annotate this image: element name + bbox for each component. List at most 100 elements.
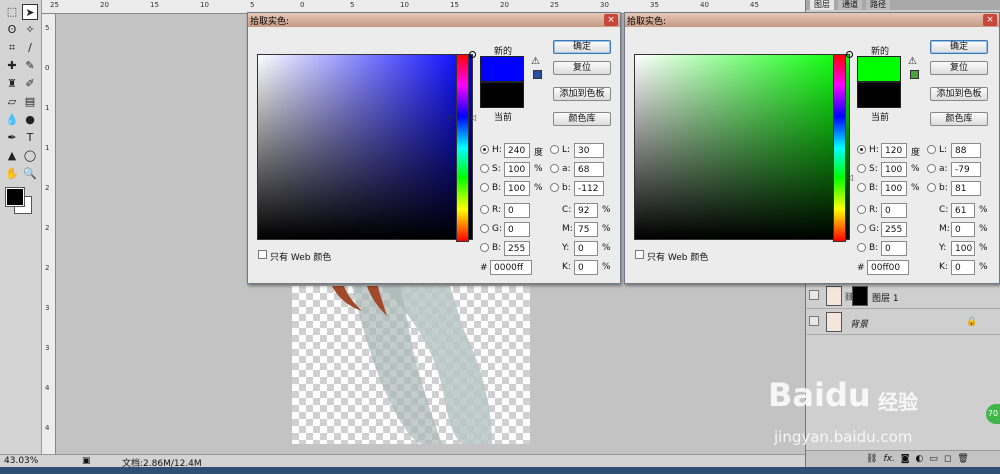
rgb-radio[interactable] xyxy=(857,243,866,252)
hsb-input[interactable]: 100 xyxy=(881,181,907,196)
rgb-radio[interactable] xyxy=(480,243,489,252)
cmyk-input[interactable]: 0 xyxy=(951,260,975,275)
hex-input[interactable]: 0000ff xyxy=(490,260,532,275)
hsb-radio[interactable] xyxy=(480,183,489,192)
healing-brush-tool-icon[interactable]: ✚ xyxy=(4,58,20,74)
web-safe-cube-icon[interactable] xyxy=(533,70,542,79)
lab-input[interactable]: 88 xyxy=(951,143,981,158)
rgb-input[interactable]: 0 xyxy=(504,222,530,237)
marquee-tool-icon[interactable]: ⬚ xyxy=(4,4,20,20)
move-tool-icon[interactable]: ➤ xyxy=(22,4,38,20)
hsb-input[interactable]: 100 xyxy=(504,181,530,196)
eraser-tool-icon[interactable]: ▱ xyxy=(4,94,20,110)
hue-slider[interactable] xyxy=(833,54,846,242)
lab-input[interactable]: -112 xyxy=(574,181,604,196)
lab-radio[interactable] xyxy=(927,145,936,154)
rgb-input[interactable]: 255 xyxy=(504,241,530,256)
hue-slider-left-arrow-icon[interactable]: ▷ xyxy=(448,113,454,122)
hsb-radio[interactable] xyxy=(857,183,866,192)
blur-tool-icon[interactable]: 💧 xyxy=(4,112,20,128)
lab-radio[interactable] xyxy=(550,183,559,192)
color-field-marker[interactable] xyxy=(469,51,476,58)
lab-input[interactable]: 30 xyxy=(574,143,604,158)
tab-layers[interactable]: 图层 xyxy=(810,0,834,10)
lab-input[interactable]: 68 xyxy=(574,162,604,177)
rgb-input[interactable]: 0 xyxy=(881,241,907,256)
crop-tool-icon[interactable]: ⌗ xyxy=(4,40,20,56)
rgb-radio[interactable] xyxy=(480,224,489,233)
hsb-input[interactable]: 240 xyxy=(504,143,530,158)
gamut-warning-icon[interactable]: ⚠ xyxy=(908,56,917,67)
visibility-toggle-icon[interactable] xyxy=(809,316,819,326)
rgb-input[interactable]: 0 xyxy=(881,203,907,218)
brush-tool-icon[interactable]: ✎ xyxy=(22,58,38,74)
pen-tool-icon[interactable]: ✒ xyxy=(4,130,20,146)
cmyk-input[interactable]: 0 xyxy=(574,260,598,275)
current-color-swatch[interactable] xyxy=(480,82,524,108)
close-button[interactable]: × xyxy=(983,14,997,26)
hsb-input[interactable]: 100 xyxy=(881,162,907,177)
color-field-marker[interactable] xyxy=(846,51,853,58)
clone-stamp-tool-icon[interactable]: ♜ xyxy=(4,76,20,92)
ok-button[interactable]: 确定 xyxy=(553,40,611,54)
rgb-radio[interactable] xyxy=(857,224,866,233)
visibility-toggle-icon[interactable] xyxy=(809,290,819,300)
cmyk-input[interactable]: 100 xyxy=(951,241,975,256)
tab-channels[interactable]: 通道 xyxy=(838,0,862,10)
cmyk-input[interactable]: 0 xyxy=(951,222,975,237)
current-color-swatch[interactable] xyxy=(857,82,901,108)
ok-button[interactable]: 确定 xyxy=(930,40,988,54)
lab-radio[interactable] xyxy=(550,164,559,173)
web-safe-cube-icon[interactable] xyxy=(910,70,919,79)
path-selection-tool-icon[interactable]: ▲ xyxy=(4,148,20,164)
add-to-swatches-button[interactable]: 添加到色板 xyxy=(553,87,611,101)
rgb-input[interactable]: 255 xyxy=(881,222,907,237)
hue-slider[interactable] xyxy=(456,54,469,242)
gamut-warning-icon[interactable]: ⚠ xyxy=(531,56,540,67)
add-to-swatches-button[interactable]: 添加到色板 xyxy=(930,87,988,101)
hsb-radio[interactable] xyxy=(857,145,866,154)
close-button[interactable]: × xyxy=(604,14,618,26)
lab-radio[interactable] xyxy=(927,183,936,192)
hsb-radio[interactable] xyxy=(857,164,866,173)
gradient-tool-icon[interactable]: ▤ xyxy=(22,94,38,110)
eyedropper-tool-icon[interactable]: ∕ xyxy=(22,40,38,56)
zoom-tool-icon[interactable]: 🔍 xyxy=(22,166,38,182)
cmyk-input[interactable]: 61 xyxy=(951,203,975,218)
lab-input[interactable]: 81 xyxy=(951,181,981,196)
web-only-checkbox[interactable] xyxy=(635,250,644,259)
layer-row-1[interactable]: ⛓ 图层 1 xyxy=(806,283,1000,309)
hue-slider-right-arrow-icon[interactable]: ◁ xyxy=(847,173,853,182)
zoom-level[interactable]: 43.03% xyxy=(4,456,38,466)
dialog-titlebar[interactable]: 拾取实色: × xyxy=(248,13,620,27)
cmyk-input[interactable]: 75 xyxy=(574,222,598,237)
dialog-titlebar[interactable]: 拾取实色: × xyxy=(625,13,999,27)
hue-slider-left-arrow-icon[interactable]: ▷ xyxy=(825,173,831,182)
color-field[interactable] xyxy=(634,51,853,240)
hex-input[interactable]: 00ff00 xyxy=(867,260,909,275)
layer-mask-thumbnail[interactable] xyxy=(852,286,868,306)
rgb-radio[interactable] xyxy=(480,205,489,214)
lab-radio[interactable] xyxy=(550,145,559,154)
lab-input[interactable]: -79 xyxy=(951,162,981,177)
foreground-color-swatch[interactable] xyxy=(5,187,25,207)
color-libraries-button[interactable]: 颜色库 xyxy=(553,112,611,126)
lab-radio[interactable] xyxy=(927,164,936,173)
color-libraries-button[interactable]: 颜色库 xyxy=(930,112,988,126)
document-canvas[interactable] xyxy=(292,286,530,444)
status-menu-icon[interactable]: ▣ xyxy=(82,456,91,466)
hsb-input[interactable]: 100 xyxy=(504,162,530,177)
hue-slider-right-arrow-icon[interactable]: ◁ xyxy=(470,113,476,122)
dodge-tool-icon[interactable]: ● xyxy=(22,112,38,128)
reset-button[interactable]: 复位 xyxy=(930,61,988,75)
shape-tool-icon[interactable]: ◯ xyxy=(22,148,38,164)
history-brush-tool-icon[interactable]: ✐ xyxy=(22,76,38,92)
rgb-radio[interactable] xyxy=(857,205,866,214)
web-only-checkbox[interactable] xyxy=(258,250,267,259)
rgb-input[interactable]: 0 xyxy=(504,203,530,218)
hsb-input[interactable]: 120 xyxy=(881,143,907,158)
hsb-radio[interactable] xyxy=(480,164,489,173)
reset-button[interactable]: 复位 xyxy=(553,61,611,75)
type-tool-icon[interactable]: T xyxy=(22,130,38,146)
hand-tool-icon[interactable]: ✋ xyxy=(4,166,20,182)
